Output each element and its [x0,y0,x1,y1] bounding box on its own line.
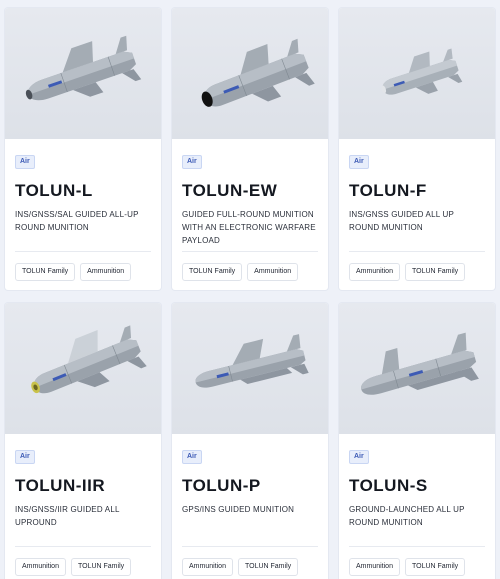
tag-chip[interactable]: Ammunition [80,263,132,281]
product-card-tolun-iir[interactable]: Air TOLUN-IIR INS/GNSS/IIR GUIDED ALL UP… [5,303,161,579]
product-title[interactable]: TOLUN-EW [182,181,318,200]
product-title[interactable]: TOLUN-F [349,181,485,200]
missile-image [31,325,147,394]
product-image[interactable] [172,303,328,434]
tag-list: TOLUN Family Ammunition [15,263,132,281]
tag-list: Ammunition TOLUN Family [349,558,466,576]
product-description: INS/GNSS/SAL GUIDED ALL-UP ROUND MUNITIO… [15,210,139,232]
category-badge[interactable]: Air [182,450,202,464]
card-body: Air TOLUN-S GROUND-LAUNCHED ALL UP ROUND… [339,434,495,579]
product-image[interactable] [339,8,495,139]
card-body: Air TOLUN-F INS/GNSS GUIDED ALL UP ROUND… [339,139,495,290]
product-image[interactable] [5,8,161,139]
tag-chip[interactable]: TOLUN Family [404,263,466,281]
card-body: Air TOLUN-EW GUIDED FULL-ROUND MUNITION … [172,139,328,290]
tag-chip[interactable]: Ammunition [349,558,400,576]
missile-image [361,332,479,395]
divider [182,251,318,252]
divider [349,546,485,547]
tag-chip[interactable]: Ammunition [15,558,66,576]
card-body: Air TOLUN-IIR INS/GNSS/IIR GUIDED ALL UP… [5,434,161,579]
product-description: INS/GNSS GUIDED ALL UP ROUND MUNITION [349,210,454,232]
product-image[interactable] [172,8,328,139]
card-body: Air TOLUN-L INS/GNSS/SAL GUIDED ALL-UP R… [5,139,161,290]
category-badge[interactable]: Air [15,155,35,169]
product-title[interactable]: TOLUN-IIR [15,476,151,495]
product-card-tolun-l[interactable]: Air TOLUN-L INS/GNSS/SAL GUIDED ALL-UP R… [5,8,161,290]
product-description: GUIDED FULL-ROUND MUNITION WITH AN ELECT… [182,210,316,245]
missile-image [381,48,463,95]
divider [349,251,485,252]
missile-image [25,35,142,101]
product-image[interactable] [339,303,495,434]
product-card-tolun-p[interactable]: Air TOLUN-P GPS/INS GUIDED MUNITION Ammu… [172,303,328,579]
product-description: INS/GNSS/IIR GUIDED ALL UPROUND [15,505,120,527]
product-grid: Air TOLUN-L INS/GNSS/SAL GUIDED ALL-UP R… [5,8,495,579]
missile-image [201,38,315,107]
tag-chip[interactable]: TOLUN Family [15,263,76,281]
category-badge[interactable]: Air [15,450,35,464]
tag-list: Ammunition TOLUN Family [15,558,132,576]
tag-list: Ammunition TOLUN Family [182,558,299,576]
category-badge[interactable]: Air [182,155,202,169]
product-card-tolun-f[interactable]: Air TOLUN-F INS/GNSS GUIDED ALL UP ROUND… [339,8,495,290]
product-card-tolun-ew[interactable]: Air TOLUN-EW GUIDED FULL-ROUND MUNITION … [172,8,328,290]
tag-chip[interactable]: TOLUN Family [237,558,299,576]
product-description: GPS/INS GUIDED MUNITION [182,505,295,514]
tag-chip[interactable]: TOLUN Family [182,263,243,281]
product-title[interactable]: TOLUN-S [349,476,485,495]
missile-image [195,334,309,388]
tag-chip[interactable]: TOLUN Family [404,558,466,576]
product-title[interactable]: TOLUN-P [182,476,318,495]
product-description: GROUND-LAUNCHED ALL UP ROUND MUNITION [349,505,465,527]
product-image[interactable] [5,303,161,434]
divider [182,546,318,547]
tag-chip[interactable]: TOLUN Family [70,558,132,576]
card-body: Air TOLUN-P GPS/INS GUIDED MUNITION Ammu… [172,434,328,579]
tag-list: Ammunition TOLUN Family [349,263,466,281]
tag-chip[interactable]: Ammunition [182,558,233,576]
product-card-tolun-s[interactable]: Air TOLUN-S GROUND-LAUNCHED ALL UP ROUND… [339,303,495,579]
category-badge[interactable]: Air [349,450,369,464]
product-title[interactable]: TOLUN-L [15,181,151,200]
divider [15,251,151,252]
tag-list: TOLUN Family Ammunition [182,263,299,281]
tag-chip[interactable]: Ammunition [349,263,400,281]
category-badge[interactable]: Air [349,155,369,169]
tag-chip[interactable]: Ammunition [247,263,299,281]
divider [15,546,151,547]
